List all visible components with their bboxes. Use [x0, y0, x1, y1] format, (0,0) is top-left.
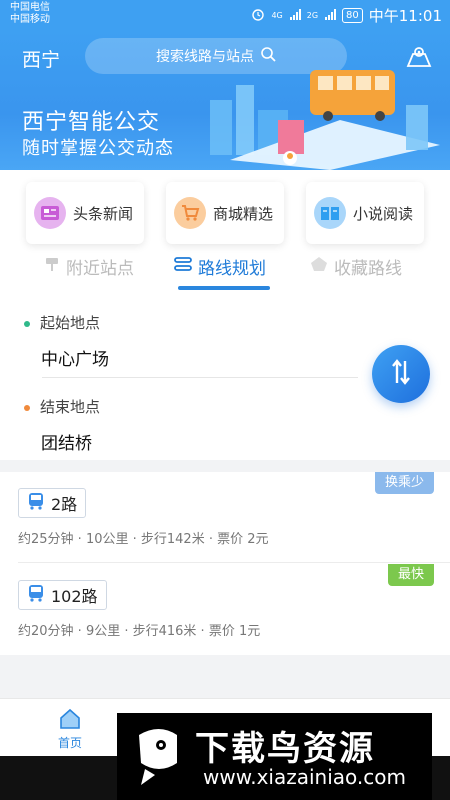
nav-home[interactable]: 首页: [50, 707, 90, 751]
carrier-2: 中国移动: [10, 14, 50, 25]
tab-route-plan[interactable]: 路线规划: [174, 254, 266, 279]
tile-label: 头条新闻: [73, 204, 134, 223]
tile-novel[interactable]: 小说阅读: [306, 182, 424, 244]
main-card: 头条新闻 商城精选 小说阅读 附近站点 路线规划 收藏路线 起始地点 中心广场 …: [0, 170, 450, 460]
signal-label-2: 2G: [306, 10, 319, 20]
route-info: 约25分钟 · 10公里 · 步行142米 · 票价 2元: [18, 532, 269, 547]
carrier-1: 中国电信: [10, 2, 50, 13]
divider: [18, 562, 450, 563]
tile-mall[interactable]: 商城精选: [166, 182, 284, 244]
book-icon: [314, 197, 346, 229]
watermark-logo: 下载鸟资源 www.xiazainiao.com: [117, 713, 432, 800]
end-dot: [24, 404, 30, 411]
battery-icon: 80: [342, 8, 363, 23]
banner-title: 西宁智能公交: [22, 110, 161, 135]
signal-icon: [289, 7, 301, 25]
swap-button[interactable]: [372, 345, 430, 403]
start-dot: [24, 320, 30, 327]
route-name-box: 2路: [18, 488, 87, 518]
route-name: 2路: [51, 495, 78, 514]
tab-label: 收藏路线: [334, 259, 402, 279]
nav-home-label: 首页: [57, 736, 82, 750]
clock: 中午11:01: [368, 7, 442, 25]
route-item[interactable]: 最快 102路 约20分钟 · 9公里 · 步行416米 · 票价 1元: [0, 564, 450, 654]
bird-logo-icon: [139, 729, 177, 785]
route-info: 约20分钟 · 9公里 · 步行416米 · 票价 1元: [18, 624, 261, 639]
city-selector[interactable]: 西宁: [22, 45, 60, 72]
favorite-icon: [310, 256, 328, 277]
route-tag: 最快: [387, 564, 434, 586]
route-results: 换乘少 2路 约25分钟 · 10公里 · 步行142米 · 票价 2元 最快 …: [0, 472, 450, 655]
start-value: 中心广场: [41, 350, 109, 370]
tab-bar: 附近站点 路线规划 收藏路线: [0, 254, 450, 294]
bus-icon: [27, 492, 45, 514]
news-icon: [34, 197, 66, 229]
route-icon: [174, 256, 192, 277]
tab-nearby[interactable]: 附近站点: [44, 254, 134, 279]
route-tag: 换乘少: [374, 472, 434, 494]
carrier-info: 中国电信 中国移动: [10, 2, 50, 26]
signal-icon-2: [324, 7, 337, 25]
header-banner: 西宁 搜索线路与站点 西宁智能公交 随时掌握公交动态: [0, 30, 450, 170]
end-value: 团结桥: [41, 434, 92, 454]
cart-icon: [174, 197, 206, 229]
divider: [42, 377, 358, 378]
tab-favorites[interactable]: 收藏路线: [310, 254, 402, 279]
route-item[interactable]: 换乘少 2路 约25分钟 · 10公里 · 步行142米 · 票价 2元: [0, 472, 450, 563]
bus-icon: [27, 584, 45, 606]
signal-label-1: 4G: [271, 10, 283, 20]
start-point[interactable]: 起始地点 中心广场: [24, 312, 109, 370]
alarm-icon: [251, 7, 265, 25]
active-tab-indicator: [178, 286, 270, 290]
tile-label: 商城精选: [213, 204, 274, 223]
swap-arrows-icon: [390, 359, 412, 389]
watermark-url: www.xiazainiao.com: [203, 765, 406, 789]
tile-label: 小说阅读: [353, 204, 414, 223]
bus-city-illustration: [210, 70, 440, 170]
end-point[interactable]: 结束地点 团结桥: [24, 396, 100, 454]
home-icon: [58, 708, 82, 734]
watermark-title: 下载鸟资源: [195, 729, 375, 769]
start-label: 起始地点: [40, 314, 101, 332]
route-name: 102路: [51, 587, 98, 606]
signpost-icon: [44, 256, 60, 277]
status-right: 4G 2G 80 中午11:01: [251, 5, 442, 26]
tab-label: 附近站点: [66, 259, 134, 279]
tile-news[interactable]: 头条新闻: [26, 182, 144, 244]
route-name-box: 102路: [18, 580, 107, 610]
tab-label: 路线规划: [198, 259, 266, 279]
status-bar: 中国电信 中国移动 4G 2G 80 中午11:01: [0, 0, 450, 30]
end-label: 结束地点: [40, 398, 101, 416]
banner-subtitle: 随时掌握公交动态: [22, 138, 174, 159]
